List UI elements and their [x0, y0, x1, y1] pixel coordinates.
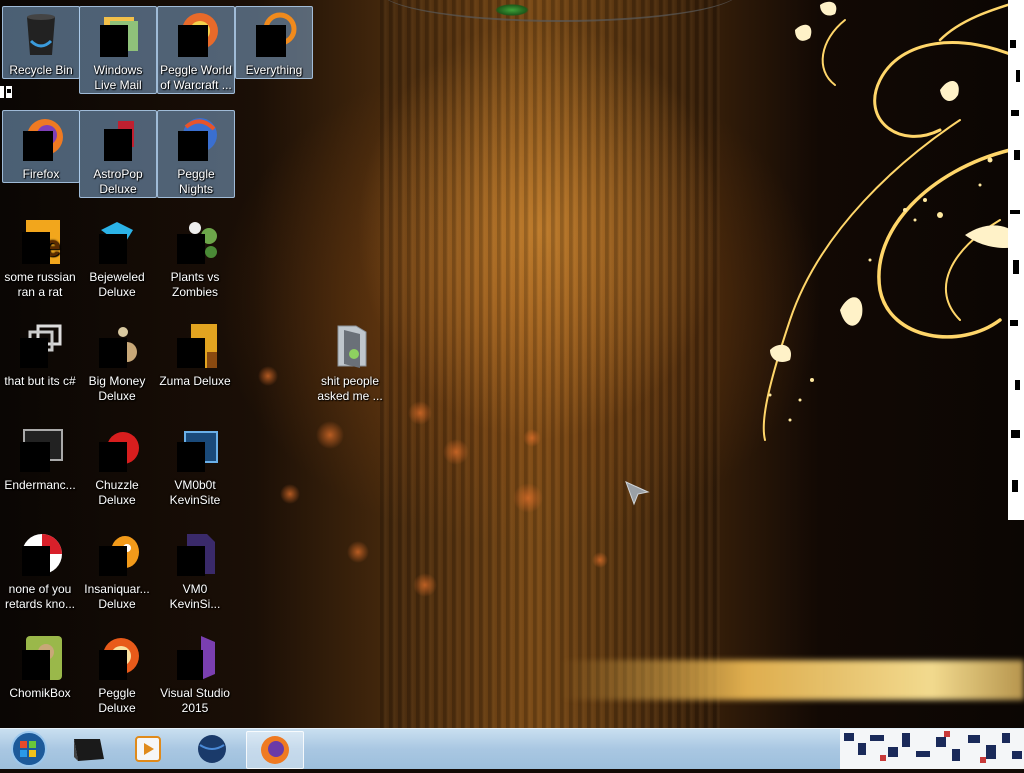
- desktop-icon-windows-live-mail[interactable]: Windows Live Mail: [79, 6, 157, 94]
- desktop-icon-label: Peggle World of Warcraft ...: [160, 63, 232, 92]
- desktop-icon-visual-studio-2015[interactable]: Visual Studio 2015: [157, 630, 233, 716]
- desktop-icon-insaniquarium-deluxe[interactable]: Insaniquar... Deluxe: [79, 526, 155, 612]
- astropop-icon: [94, 115, 142, 163]
- desktop-icon-none-of-you-retards[interactable]: none of you retards kno...: [2, 526, 78, 612]
- terminal-app-icon: [74, 739, 104, 761]
- desktop-icon-label: Peggle Deluxe: [98, 686, 136, 715]
- desktop-icon-label: Visual Studio 2015: [160, 686, 230, 715]
- desktop-icon-astropop-deluxe[interactable]: AstroPop Deluxe: [79, 110, 157, 198]
- start-orb-icon: [11, 731, 47, 767]
- desktop-icon-label: VM0 KevinSi...: [169, 582, 221, 611]
- desktop-icon-big-money-deluxe[interactable]: Big Money Deluxe: [79, 318, 155, 404]
- desktop-icon-label: Zuma Deluxe: [159, 374, 231, 388]
- desktop-icon-firefox[interactable]: Firefox: [2, 110, 80, 183]
- system-tray: [840, 729, 1024, 769]
- document-icon: [171, 530, 219, 578]
- desktop-icon-peggle-world-of-warcraft[interactable]: Peggle World of Warcraft ...: [157, 6, 235, 94]
- desktop-icon-label: that but its c#: [4, 374, 76, 388]
- taskbar: [0, 728, 1024, 769]
- desktop-icon-plants-vs-zombies[interactable]: Plants vs Zombies: [157, 214, 233, 300]
- desktop-icon-label: AstroPop Deluxe: [93, 167, 143, 196]
- desktop-icon-label: Windows Live Mail: [93, 63, 143, 92]
- desktop-icon-label: Bejeweled Deluxe: [89, 270, 145, 299]
- window-stack-icon: [16, 322, 64, 370]
- bejeweled-icon: [93, 218, 141, 266]
- desktop-icon-label: some russian ran a rat: [4, 270, 76, 299]
- desktop-icon-label: Peggle Nights Deluxe: [177, 167, 215, 196]
- peggle-nights-icon: [172, 115, 220, 163]
- desktop-icon-vm0-kevinsi[interactable]: VM0 KevinSi...: [157, 526, 233, 612]
- terminal-icon: [16, 426, 64, 474]
- desktop-icon-recycle-bin[interactable]: Recycle Bin: [2, 6, 80, 79]
- desktop-icon-label: VM0b0t KevinSite: [169, 478, 221, 507]
- wallpaper-bottom-glow: [560, 660, 1024, 700]
- tray-corrupted-icons: [844, 731, 1022, 763]
- desktop-icon-chomikbox[interactable]: ChomikBox: [2, 630, 78, 701]
- plants-vs-zombies-icon: [171, 218, 219, 266]
- taskbar-media-player-button[interactable]: [120, 731, 176, 767]
- visual-studio-icon: [171, 634, 219, 682]
- globe-icon: [198, 735, 226, 763]
- desktop-icon-bejeweled-deluxe[interactable]: Bejeweled Deluxe: [79, 214, 155, 300]
- desktop-icon-everything[interactable]: Everything: [235, 6, 313, 79]
- desktop-icon-label: Everything: [245, 63, 303, 77]
- start-button[interactable]: [2, 730, 56, 768]
- desktop-icon-label: Plants vs Zombies: [170, 270, 220, 299]
- everything-search-icon: [250, 11, 298, 59]
- recycle-bin-icon: [17, 11, 65, 59]
- screen-artifact-strip: [1008, 0, 1024, 520]
- stray-mini-icon: [0, 84, 16, 100]
- desktop-icon-label: Big Money Deluxe: [88, 374, 146, 403]
- desktop-icon-shit-people-asked-me[interactable]: shit people asked me ...: [312, 318, 388, 404]
- mouse-cursor-icon: [625, 481, 650, 506]
- desktop-icon-label: Chuzzle Deluxe: [95, 478, 139, 507]
- chuzzle-icon: [93, 426, 141, 474]
- desktop-icon-label: Endermanc...: [4, 478, 76, 492]
- desktop-icon-zuma-deluxe[interactable]: Zuma Deluxe: [157, 318, 233, 389]
- red-ball-icon: [16, 530, 64, 578]
- chomikbox-icon: [16, 634, 64, 682]
- desktop-icon-label: none of you retards kno...: [4, 582, 76, 611]
- insaniquarium-icon: [93, 530, 141, 578]
- taskbar-terminal-button[interactable]: [60, 731, 116, 767]
- desktop-icon-some-russian-ran-a-rat[interactable]: e some russian ran a rat: [2, 214, 78, 300]
- windows-live-mail-icon: [94, 11, 142, 59]
- desktop-icon-label: Insaniquar... Deluxe: [84, 582, 150, 611]
- taskbar-globe-button[interactable]: [184, 731, 240, 767]
- big-money-icon: [93, 322, 141, 370]
- media-player-icon: [135, 736, 161, 762]
- desktop-icon-label: ChomikBox: [9, 686, 71, 700]
- folder-icon: [326, 322, 374, 370]
- desktop-icon-endermanc[interactable]: Endermanc...: [2, 422, 78, 493]
- desktop-icon-chuzzle-deluxe[interactable]: Chuzzle Deluxe: [79, 422, 155, 508]
- firefox-icon: [17, 115, 65, 163]
- firefox-icon: [261, 736, 289, 764]
- peggle-deluxe-icon: [93, 634, 141, 682]
- desktop-icon-peggle-nights-deluxe[interactable]: Peggle Nights Deluxe: [157, 110, 235, 198]
- zuma-icon: [171, 322, 219, 370]
- vm-icon: [171, 426, 219, 474]
- desktop-icon-peggle-deluxe[interactable]: Peggle Deluxe: [79, 630, 155, 716]
- folder-e-icon: e: [16, 218, 64, 266]
- taskbar-firefox-button[interactable]: [246, 731, 304, 769]
- desktop-icon-vm0b0t-kevinsite[interactable]: VM0b0t KevinSite: [157, 422, 233, 508]
- desktop-icon-that-but-its-csharp[interactable]: that but its c#: [2, 318, 78, 389]
- peggle-icon: [172, 11, 220, 59]
- desktop-icon-label: Firefox: [22, 167, 60, 181]
- desktop-icon-label: Recycle Bin: [9, 63, 73, 77]
- desktop-icon-label: shit people asked me ...: [317, 374, 383, 403]
